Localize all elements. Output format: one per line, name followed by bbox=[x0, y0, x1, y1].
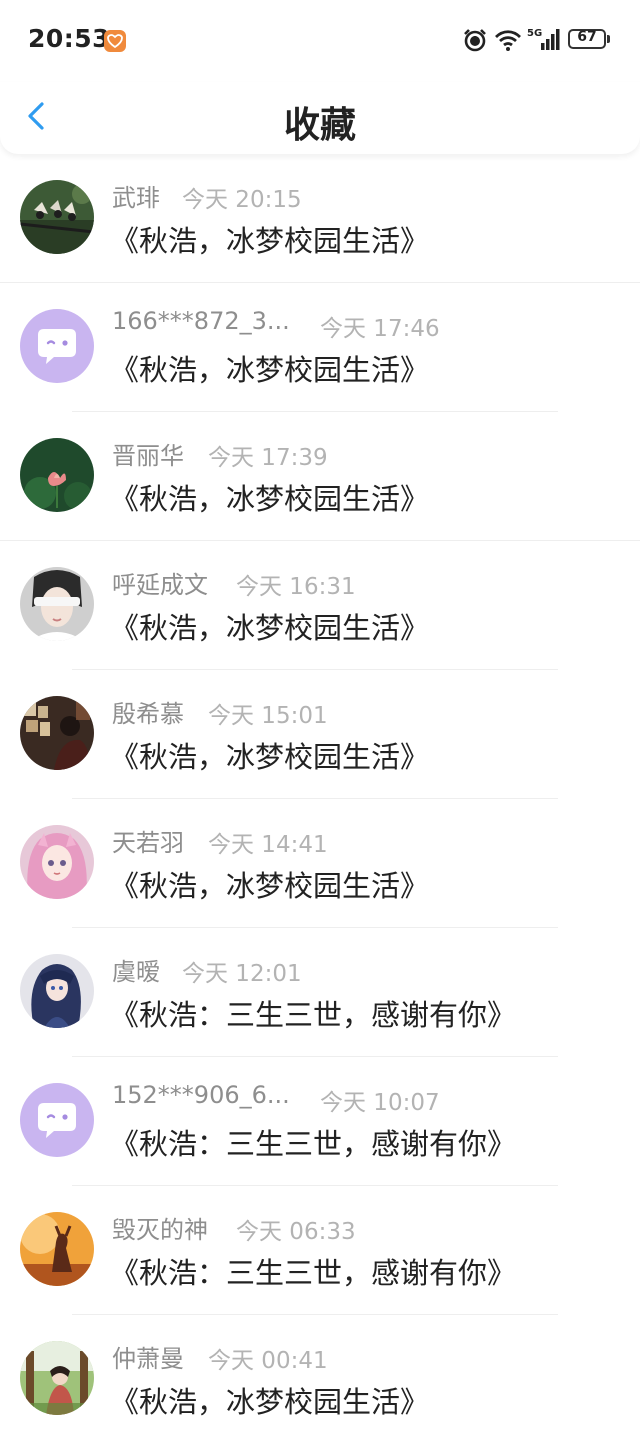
user-name: 毁灭的神 bbox=[112, 1216, 208, 1244]
collection-title[interactable]: 《秋浩，冰梦校园生活》 bbox=[110, 1379, 429, 1421]
avatar[interactable] bbox=[20, 696, 94, 770]
avatar[interactable] bbox=[20, 825, 94, 899]
user-name: 晋丽华 bbox=[112, 442, 184, 470]
list-item[interactable]: 天若羽 今天 14:41 《秋浩，冰梦校园生活》 bbox=[0, 799, 640, 928]
collection-title[interactable]: 《秋浩：三生三世，感谢有你》 bbox=[110, 1250, 516, 1292]
list-item[interactable]: 殷希慕 今天 15:01 《秋浩，冰梦校园生活》 bbox=[0, 670, 640, 799]
timestamp: 今天 14:41 bbox=[208, 832, 328, 858]
list-item[interactable]: 呼延成文 今天 16:31 《秋浩，冰梦校园生活》 bbox=[0, 541, 640, 670]
svg-text:5G: 5G bbox=[527, 28, 542, 39]
avatar[interactable] bbox=[20, 954, 94, 1028]
user-name: 虞暧 bbox=[112, 958, 160, 986]
list-item[interactable]: 152***906_6... 今天 10:07 《秋浩：三生三世，感谢有你》 bbox=[0, 1057, 640, 1186]
list-item[interactable]: 虞暧 今天 12:01 《秋浩：三生三世，感谢有你》 bbox=[0, 928, 640, 1057]
timestamp: 今天 12:01 bbox=[182, 961, 302, 987]
battery-cap bbox=[607, 35, 610, 43]
collection-title[interactable]: 《秋浩：三生三世，感谢有你》 bbox=[110, 992, 516, 1034]
list-item[interactable]: 仲萧曼 今天 00:41 《秋浩，冰梦校园生活》 bbox=[0, 1315, 640, 1444]
alarm-icon bbox=[464, 29, 486, 52]
collection-title[interactable]: 《秋浩，冰梦校园生活》 bbox=[110, 605, 429, 647]
avatar[interactable] bbox=[20, 1212, 94, 1286]
collection-title[interactable]: 《秋浩，冰梦校园生活》 bbox=[110, 347, 429, 389]
collection-title[interactable]: 《秋浩，冰梦校园生活》 bbox=[110, 734, 429, 776]
timestamp: 今天 20:15 bbox=[182, 187, 302, 213]
list-item[interactable]: 毁灭的神 今天 06:33 《秋浩：三生三世，感谢有你》 bbox=[0, 1186, 640, 1315]
user-name: 武琲 bbox=[112, 184, 160, 212]
avatar[interactable] bbox=[20, 567, 94, 641]
signal-5g-icon: 5G bbox=[527, 28, 560, 50]
collection-title[interactable]: 《秋浩：三生三世，感谢有你》 bbox=[110, 1121, 516, 1163]
app-notification-icon bbox=[104, 30, 126, 52]
battery-level: 67 bbox=[577, 29, 597, 45]
timestamp: 今天 15:01 bbox=[208, 703, 328, 729]
user-name: 殷希慕 bbox=[112, 700, 184, 728]
user-name: 152***906_6... bbox=[112, 1081, 290, 1109]
user-name: 166***872_3... bbox=[112, 307, 290, 335]
timestamp: 今天 16:31 bbox=[236, 574, 356, 600]
timestamp: 今天 17:39 bbox=[208, 445, 328, 471]
list-item[interactable]: 武琲 今天 20:15 《秋浩，冰梦校园生活》 bbox=[0, 154, 640, 283]
status-bar: 20:53 5G 67 bbox=[0, 0, 640, 82]
timestamp: 今天 00:41 bbox=[208, 1348, 328, 1374]
timestamp: 今天 10:07 bbox=[320, 1090, 440, 1116]
header: 收藏 bbox=[0, 82, 640, 154]
user-name: 仲萧曼 bbox=[112, 1345, 184, 1373]
avatar[interactable] bbox=[20, 1341, 94, 1415]
collection-title[interactable]: 《秋浩，冰梦校园生活》 bbox=[110, 863, 429, 905]
collection-title[interactable]: 《秋浩，冰梦校园生活》 bbox=[110, 218, 429, 260]
avatar[interactable] bbox=[20, 309, 94, 383]
list-item[interactable]: 晋丽华 今天 17:39 《秋浩，冰梦校园生活》 bbox=[0, 412, 640, 541]
wifi-icon bbox=[495, 30, 521, 51]
timestamp: 今天 17:46 bbox=[320, 316, 440, 342]
user-name: 天若羽 bbox=[112, 829, 184, 857]
battery-icon: 67 bbox=[568, 29, 606, 49]
collection-title[interactable]: 《秋浩，冰梦校园生活》 bbox=[110, 476, 429, 518]
page-title: 收藏 bbox=[283, 105, 356, 146]
avatar[interactable] bbox=[20, 438, 94, 512]
user-name: 呼延成文 bbox=[112, 571, 208, 599]
status-time: 20:53 bbox=[28, 24, 111, 53]
list-item[interactable]: 166***872_3... 今天 17:46 《秋浩，冰梦校园生活》 bbox=[0, 283, 640, 412]
avatar[interactable] bbox=[20, 180, 94, 254]
favorites-list: 武琲 今天 20:15 《秋浩，冰梦校园生活》 166***872_3... 今… bbox=[0, 154, 640, 1444]
avatar[interactable] bbox=[20, 1083, 94, 1157]
timestamp: 今天 06:33 bbox=[236, 1219, 356, 1245]
